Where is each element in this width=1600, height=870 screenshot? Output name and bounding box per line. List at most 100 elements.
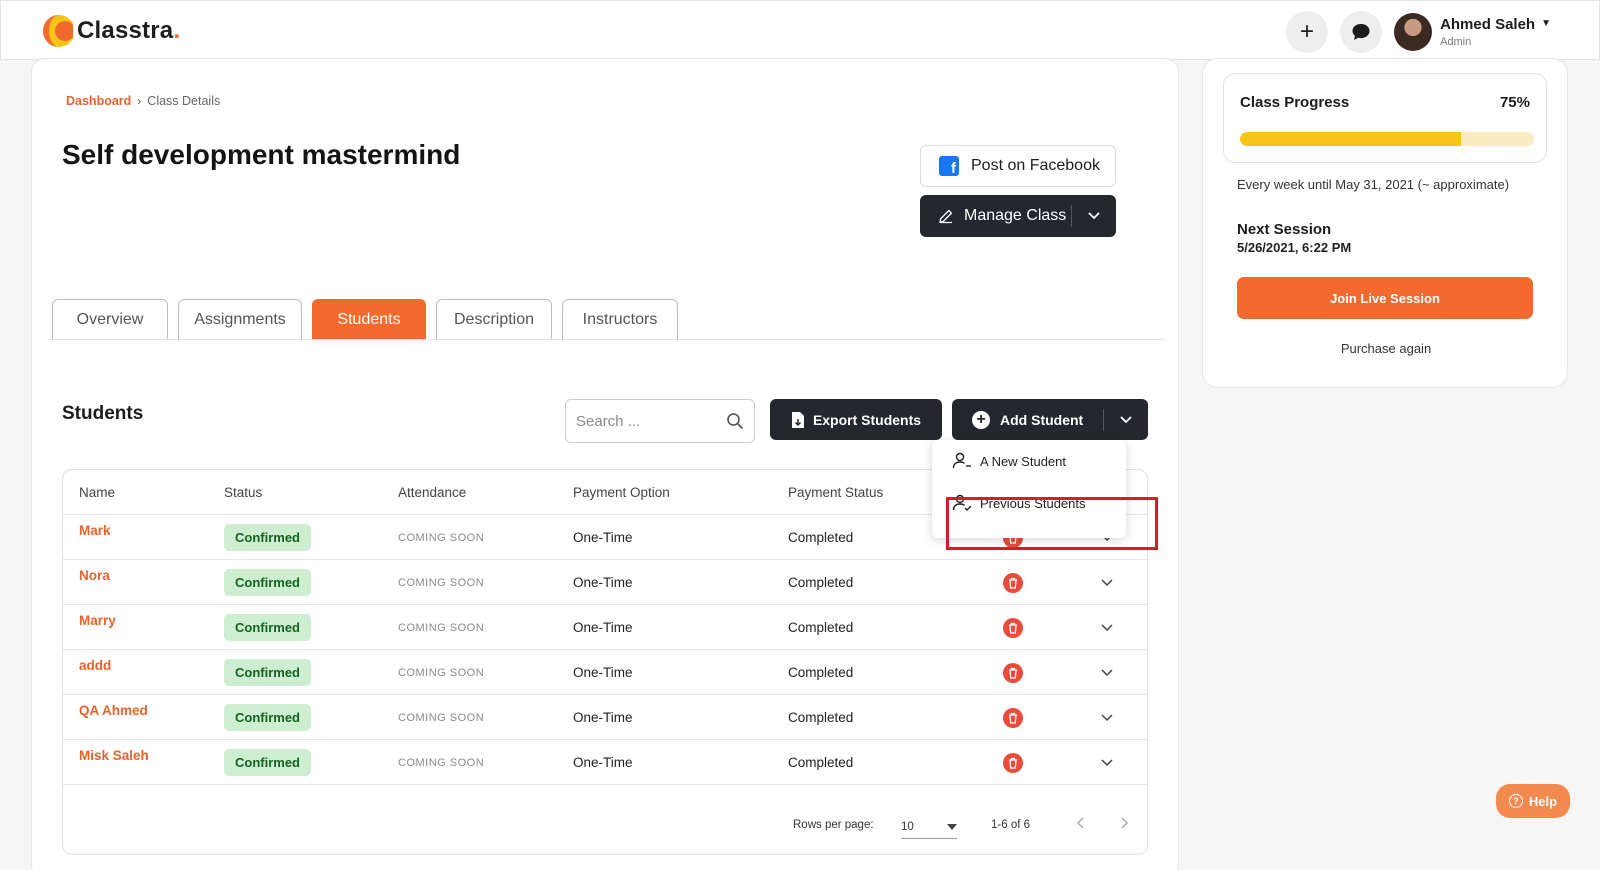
manage-class-button[interactable]: Manage Class [920,195,1116,237]
progress-fill [1240,132,1461,146]
student-name-link[interactable]: Marry [79,605,116,650]
student-name-link[interactable]: Nora [79,560,110,605]
attendance-cell: COMING SOON [398,695,484,740]
next-session-date: 5/26/2021, 6:22 PM [1237,240,1352,255]
chevron-down-icon [1088,212,1100,220]
progress-bar [1240,132,1534,146]
tab-instructors[interactable]: Instructors [562,299,678,340]
search-input[interactable]: Search ... [565,399,755,443]
table-row: Marry Confirmed COMING SOON One-Time Complet… [63,605,1147,650]
student-name-link[interactable]: QA Ahmed [79,695,148,740]
table-body: Mark Confirmed COMING SOON One-Time Complete… [63,515,1147,785]
menu-item-new-student[interactable]: A New Student [932,440,1126,482]
student-name-link[interactable]: addd [79,650,111,695]
students-section-title: Students [62,403,144,424]
add-student-dropdown-toggle[interactable] [1104,415,1148,424]
table-row: Nora Confirmed COMING SOON One-Time Complete… [63,560,1147,605]
status-badge: Confirmed [224,569,311,596]
tab-overview[interactable]: Overview [52,299,168,340]
table-pagination: Rows per page: 10 1-6 of 6 [63,785,1147,854]
top-bar: Classtra. + Ahmed Saleh ▼ Admin [0,0,1600,60]
add-student-button[interactable]: + Add Student [952,399,1148,440]
tab-students[interactable]: Students [312,299,426,340]
user-menu[interactable]: Ahmed Saleh ▼ Admin [1440,17,1551,48]
trash-icon [1003,752,1023,773]
delete-student-button[interactable] [1003,605,1023,650]
status-badge: Confirmed [224,704,311,731]
delete-student-button[interactable] [1003,740,1023,785]
user-role: Admin [1440,35,1472,48]
rows-per-page-label: Rows per page: [793,819,874,831]
trash-icon [1003,707,1023,728]
delete-student-button[interactable] [1003,560,1023,605]
column-header-payment-status[interactable]: Payment Status [788,470,883,515]
chevron-down-icon [1101,758,1113,767]
status-badge: Confirmed [224,614,311,641]
delete-student-button[interactable] [1003,650,1023,695]
post-on-facebook-label: Post on Facebook [971,157,1100,174]
column-header-name[interactable]: Name [79,470,115,515]
messages-button[interactable] [1340,11,1383,53]
table-row: Misk Saleh Confirmed COMING SOON One-Time Co… [63,740,1147,785]
add-student-label: Add Student [1000,411,1084,428]
attendance-cell: COMING SOON [398,650,484,695]
column-header-attendance[interactable]: Attendance [398,470,466,515]
expand-row-button[interactable] [1101,650,1113,695]
pencil-icon [939,209,953,224]
file-export-icon [791,411,804,428]
expand-row-button[interactable] [1101,560,1113,605]
payment-option-cell: One-Time [573,665,633,680]
expand-row-button[interactable] [1101,695,1113,740]
logo[interactable]: Classtra. [39,9,180,53]
highlight-box [946,497,1158,550]
attendance-value: COMING SOON [398,666,485,679]
tab-assignments[interactable]: Assignments [178,299,302,340]
next-page-button[interactable] [1121,817,1129,829]
breadcrumb-dashboard-link[interactable]: Dashboard [66,94,131,108]
student-name-link[interactable]: Misk Saleh [79,740,149,785]
payment-option-cell: One-Time [573,620,633,635]
search-placeholder: Search ... [576,412,641,430]
previous-page-button[interactable] [1076,817,1084,829]
user-add-icon [952,452,971,469]
purchase-again-link[interactable]: Purchase again [1203,341,1569,356]
column-header-status[interactable]: Status [224,470,262,515]
status-cell: Confirmed [224,740,311,785]
attendance-cell: COMING SOON [398,515,484,560]
class-progress-percent: 75% [1499,94,1530,111]
expand-row-button[interactable] [1101,740,1113,785]
delete-student-button[interactable] [1003,695,1023,740]
attendance-cell: COMING SOON [398,560,484,605]
attendance-value: COMING SOON [398,711,485,724]
caret-down-icon [947,823,957,830]
expand-row-button[interactable] [1101,605,1113,650]
chevron-down-icon [1120,415,1132,423]
avatar[interactable] [1394,13,1433,51]
help-label: Help [1528,793,1558,809]
status-cell: Confirmed [224,695,311,740]
rows-per-page-value: 10 [901,820,914,833]
tab-description[interactable]: Description [436,299,552,340]
plus-circle-icon: + [972,410,990,429]
add-button[interactable]: + [1286,11,1329,53]
help-button[interactable]: ? Help [1496,784,1570,818]
topbar-actions: + Ahmed Saleh ▼ Admin [1286,11,1551,53]
export-students-button[interactable]: Export Students [770,399,942,440]
question-icon: ? [1508,794,1523,808]
class-summary-panel: Class Progress 75% Every week until May … [1202,58,1568,388]
page-title: Self development mastermind [62,139,461,170]
breadcrumb-current: Class Details [147,94,221,108]
student-name-link[interactable]: Mark [79,515,111,560]
join-live-session-button[interactable]: Join Live Session [1237,277,1533,319]
manage-class-dropdown-toggle[interactable] [1072,212,1116,220]
attendance-value: COMING SOON [398,531,485,544]
trash-icon [1003,617,1023,638]
rows-per-page-select[interactable]: 10 [901,815,957,839]
post-on-facebook-button[interactable]: f Post on Facebook [920,145,1116,187]
chevron-down-icon [1101,578,1113,587]
column-header-payment-option[interactable]: Payment Option [573,470,670,515]
status-cell: Confirmed [224,515,311,560]
status-cell: Confirmed [224,560,311,605]
attendance-value: COMING SOON [398,621,485,634]
status-badge: Confirmed [224,659,311,686]
